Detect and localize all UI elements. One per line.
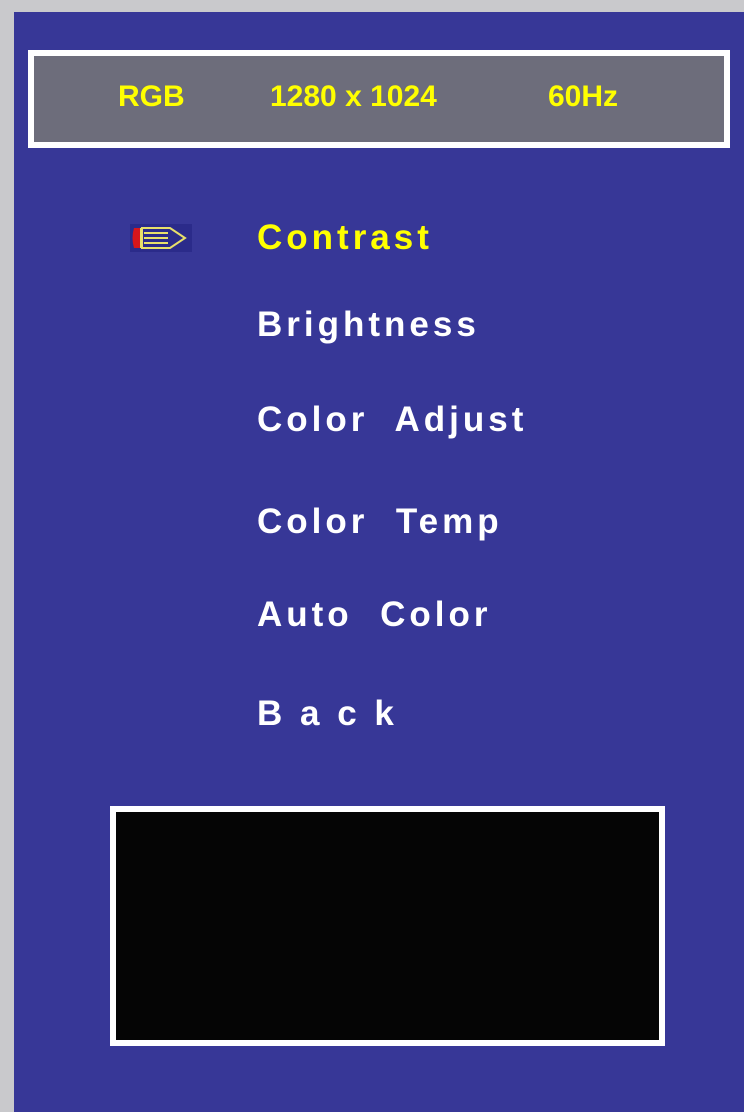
menu-item-color-temp[interactable]: Color Temp	[257, 500, 503, 544]
menu-item-auto-color[interactable]: Auto Color	[257, 593, 492, 637]
signal-type: RGB	[118, 80, 185, 113]
signal-info-bar: RGB 1280 x 1024 60Hz	[28, 50, 730, 148]
resolution: 1280 x 1024	[270, 80, 437, 113]
menu-item-brightness[interactable]: Brightness	[257, 303, 480, 347]
menu-item-color-adjust[interactable]: Color Adjust	[257, 398, 527, 442]
menu-item-contrast[interactable]: Contrast	[257, 216, 433, 260]
preview-box	[110, 806, 665, 1046]
pencil-icon	[130, 224, 192, 252]
refresh-rate: 60Hz	[548, 80, 619, 113]
osd-menu-panel: RGB 1280 x 1024 60Hz Contrast Brightness…	[14, 12, 744, 1112]
menu-item-back[interactable]: B a c k	[257, 692, 398, 736]
